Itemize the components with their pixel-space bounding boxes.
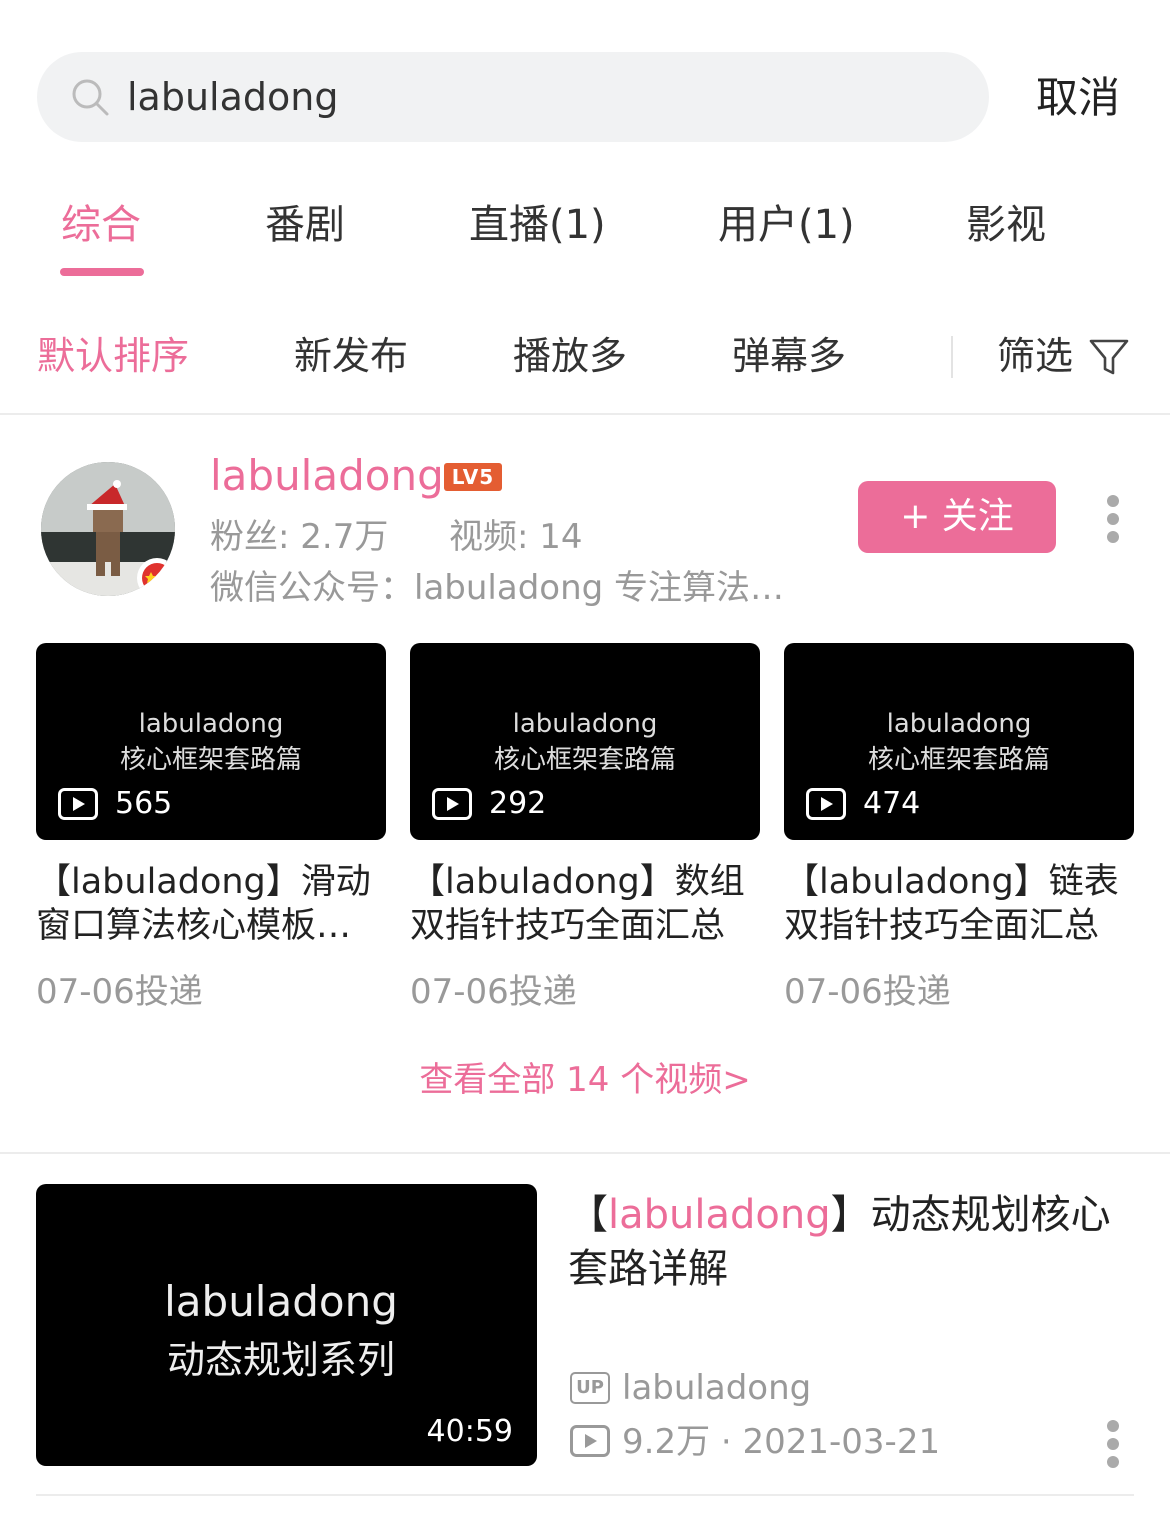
video-duration: 40:59: [426, 1414, 513, 1449]
play-count: 565: [115, 786, 173, 821]
search-bar[interactable]: labuladong: [37, 52, 989, 142]
avatar[interactable]: [41, 462, 175, 596]
result-title[interactable]: 【labuladong】动态规划核心套路详解: [568, 1188, 1138, 1296]
uploader-name[interactable]: labuladong: [622, 1366, 811, 1410]
play-count-icon: [58, 788, 98, 820]
tab-all[interactable]: 综合: [61, 195, 141, 255]
filter-icon[interactable]: [1088, 336, 1130, 378]
play-count: 292: [489, 786, 547, 821]
sort-bar: 默认排序 新发布 播放多 弹幕多 筛选: [0, 322, 1170, 392]
divider: [36, 1494, 1134, 1496]
thumbnail-text: labuladong: [886, 709, 1032, 739]
tab-film-tv[interactable]: 影视: [966, 195, 1046, 255]
video-count: 视频: 14: [449, 517, 583, 557]
more-options-icon[interactable]: [1106, 495, 1120, 545]
up-badge: UP: [570, 1372, 610, 1404]
thumbnail-text: labuladong: [512, 709, 658, 739]
video-card[interactable]: labuladong 核心框架套路篇 292 【labuladong】数组双指针…: [410, 643, 760, 1014]
user-description: 微信公众号：labuladong 专注算法…: [210, 568, 785, 608]
result-thumbnail[interactable]: labuladong 动态规划系列 40:59: [36, 1184, 537, 1466]
play-count: 474: [863, 786, 921, 821]
sort-most-danmaku[interactable]: 弹幕多: [732, 330, 846, 382]
tab-users[interactable]: 用户(1): [718, 195, 855, 255]
play-count-icon: [570, 1425, 610, 1457]
sort-most-played[interactable]: 播放多: [513, 330, 627, 382]
sort-newest[interactable]: 新发布: [294, 330, 408, 382]
video-thumbnail[interactable]: labuladong 核心框架套路篇 565: [36, 643, 386, 840]
thumbnail-subtext: 核心框架套路篇: [493, 745, 676, 775]
thumbnail-text: labuladong: [138, 709, 284, 739]
more-options-icon[interactable]: [1106, 1420, 1120, 1470]
video-thumbnail[interactable]: labuladong 核心框架套路篇 474: [784, 643, 1134, 840]
title-bracket-open: 【: [568, 1192, 608, 1238]
tab-live[interactable]: 直播(1): [469, 195, 606, 255]
video-date: 07-06投递: [410, 972, 577, 1012]
video-card[interactable]: labuladong 核心框架套路篇 474 【labuladong】链表双指针…: [784, 643, 1134, 1014]
thumbnail-text: labuladong: [164, 1277, 398, 1326]
tab-bar: 综合 番剧 直播(1) 用户(1) 影视: [0, 195, 1170, 285]
thumbnail-subtext: 核心框架套路篇: [867, 745, 1050, 775]
thumbnail-subtext: 核心框架套路篇: [119, 745, 302, 775]
cancel-button[interactable]: 取消: [1036, 70, 1120, 126]
follow-button[interactable]: + 关注: [858, 481, 1056, 553]
play-count-icon: [432, 788, 472, 820]
play-count-icon: [806, 788, 846, 820]
filter-button[interactable]: 筛选: [997, 330, 1073, 382]
thumbnail-subtext: 动态规划系列: [166, 1338, 395, 1382]
video-card[interactable]: labuladong 核心框架套路篇 565 【labuladong】滑动窗口算…: [36, 643, 386, 1014]
search-input[interactable]: labuladong: [127, 52, 338, 142]
video-date: 07-06投递: [36, 972, 203, 1012]
see-all-videos-link[interactable]: 查看全部 14 个视频>: [0, 1055, 1170, 1105]
fans-count: 粉丝: 2.7万: [210, 517, 389, 557]
user-name[interactable]: labuladong: [210, 450, 444, 502]
views-and-date: 9.2万 · 2021-03-21: [622, 1422, 941, 1462]
search-icon: [72, 79, 109, 116]
title-highlight: labuladong: [608, 1192, 831, 1238]
video-title[interactable]: 【labuladong】链表双指针技巧全面汇总: [784, 860, 1134, 948]
level-badge: LV5: [444, 463, 502, 491]
divider: [0, 1152, 1170, 1154]
video-title[interactable]: 【labuladong】滑动窗口算法核心模板…: [36, 860, 386, 948]
video-title[interactable]: 【labuladong】数组双指针技巧全面汇总: [410, 860, 760, 948]
divider: [0, 413, 1170, 415]
tab-bangumi[interactable]: 番剧: [265, 195, 345, 255]
sort-default[interactable]: 默认排序: [37, 330, 189, 382]
active-tab-indicator: [60, 268, 144, 276]
video-date: 07-06投递: [784, 972, 951, 1012]
video-thumbnail[interactable]: labuladong 核心框架套路篇 292: [410, 643, 760, 840]
sort-divider: [951, 336, 953, 378]
